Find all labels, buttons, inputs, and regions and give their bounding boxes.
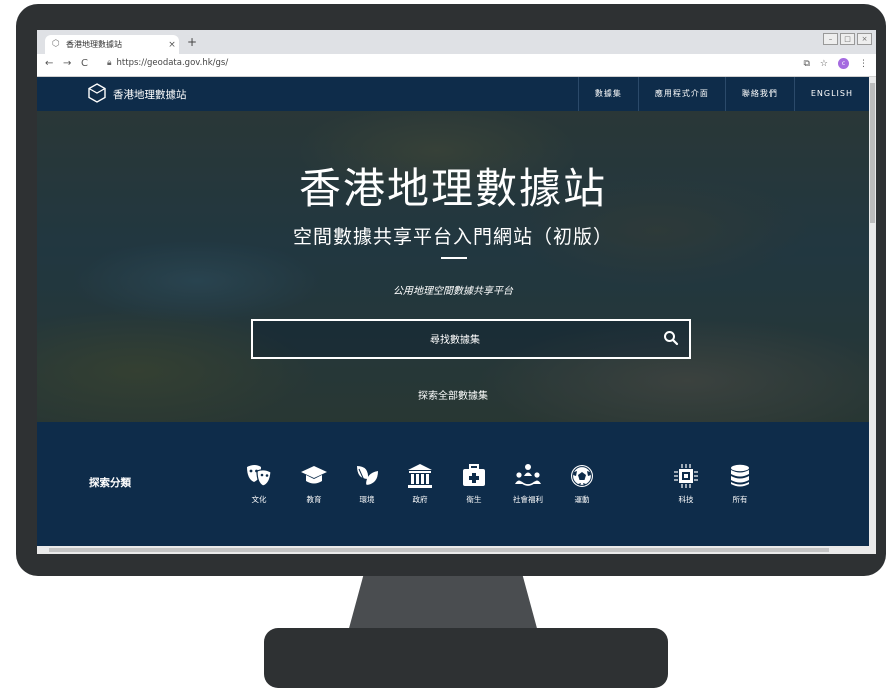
minimize-icon[interactable]: – xyxy=(823,33,838,45)
search-icon[interactable] xyxy=(663,330,679,346)
category-label: 衛生 xyxy=(466,495,482,504)
microchip-icon xyxy=(674,464,698,488)
hero-subtitle: 空間數據共享平台入門網站（初版） xyxy=(292,226,613,248)
site-navbar: 香港地理數據站 數據集 應用程式介面 聯絡我們 ENGLISH xyxy=(37,77,869,111)
url-field[interactable]: 🔒︎ https://geodata.gov.hk/gs/ xyxy=(107,58,228,68)
explore-all-datasets-link[interactable]: 探索全部數據集 xyxy=(37,387,869,402)
hero-tagline: 公用地理空間數據共享平台 xyxy=(393,286,513,297)
tab-close-icon[interactable]: × xyxy=(165,40,179,50)
nav-link-api[interactable]: 應用程式介面 xyxy=(637,77,725,111)
monitor-screen: ⬡ 香港地理數據站 × + – □ × ← → C 🔒︎ https://geod… xyxy=(37,30,876,554)
browser-tab[interactable]: ⬡ 香港地理數據站 × xyxy=(45,35,179,54)
nav-link-contact[interactable]: 聯絡我們 xyxy=(724,77,794,111)
category-technology[interactable]: 科技 xyxy=(661,463,711,505)
more-menu-icon[interactable]: ⋮ xyxy=(859,59,868,69)
category-label: 社會福利 xyxy=(513,495,543,504)
category-label: 教育 xyxy=(306,495,322,504)
graduation-cap-icon xyxy=(301,466,327,484)
nav-link-datasets[interactable]: 數據集 xyxy=(577,77,638,111)
theater-masks-icon xyxy=(247,465,272,487)
forward-arrow-icon[interactable]: → xyxy=(63,58,71,69)
category-label: 環境 xyxy=(359,495,375,504)
category-health[interactable]: 衛生 xyxy=(449,463,499,505)
category-government[interactable]: 政府 xyxy=(395,463,445,505)
hero-section: 香港地理數據站 空間數據共享平台入門網站（初版） 公用地理空間數據共享平台 探索… xyxy=(37,111,869,422)
vertical-scroll-thumb[interactable] xyxy=(870,83,875,223)
hero-divider xyxy=(441,257,467,259)
category-sports[interactable]: 運動 xyxy=(557,463,607,505)
category-education[interactable]: 教育 xyxy=(289,463,339,505)
categories-title: 探索分類 xyxy=(89,477,131,489)
maximize-icon[interactable]: □ xyxy=(840,33,855,45)
nav-links: 數據集 應用程式介面 聯絡我們 ENGLISH xyxy=(577,77,869,111)
category-all[interactable]: 所有 xyxy=(715,463,765,505)
medical-kit-icon xyxy=(463,464,485,486)
new-tab-button[interactable]: + xyxy=(187,35,197,49)
profile-avatar[interactable]: c xyxy=(838,58,849,69)
government-building-icon xyxy=(408,464,432,488)
soccer-ball-icon xyxy=(571,465,593,487)
browser-tab-bar: ⬡ 香港地理數據站 × + – □ × xyxy=(37,30,876,54)
window-controls: – □ × xyxy=(823,33,872,45)
category-label: 政府 xyxy=(412,495,428,504)
address-bar-actions: ⧉ ☆ c ⋮ xyxy=(803,58,868,69)
site-logo-icon[interactable] xyxy=(87,83,107,103)
reload-icon[interactable]: C xyxy=(81,58,88,69)
close-window-icon[interactable]: × xyxy=(857,33,872,45)
back-arrow-icon[interactable]: ← xyxy=(45,58,53,69)
url-text: https://geodata.gov.hk/gs/ xyxy=(116,58,229,68)
category-social-welfare[interactable]: 社會福利 xyxy=(503,463,553,505)
monitor-stand-neck xyxy=(348,576,538,632)
hero-title: 香港地理數據站 xyxy=(298,164,607,213)
site-favicon-icon: ⬡ xyxy=(52,39,60,49)
category-label: 科技 xyxy=(678,495,694,504)
category-label: 運動 xyxy=(574,495,590,504)
category-environment[interactable]: 環境 xyxy=(342,463,392,505)
category-culture[interactable]: 文化 xyxy=(234,463,284,505)
database-icon xyxy=(731,464,749,487)
category-label: 文化 xyxy=(251,495,267,504)
categories-section: 探索分類 文化 教育 環境 政府 衛生 社會福利 運動 科技 所有 xyxy=(37,422,869,546)
lock-icon: 🔒︎ xyxy=(107,58,112,68)
horizontal-scroll-thumb[interactable] xyxy=(49,548,829,552)
site-logo-text[interactable]: 香港地理數據站 xyxy=(113,87,187,102)
category-label: 所有 xyxy=(732,495,748,504)
dataset-search-input[interactable] xyxy=(253,321,657,359)
bookmark-star-icon[interactable]: ☆ xyxy=(820,59,828,69)
browser-tab-title: 香港地理數據站 xyxy=(66,40,122,49)
horizontal-scrollbar[interactable] xyxy=(37,546,876,554)
community-people-icon xyxy=(515,464,541,486)
nav-link-english[interactable]: ENGLISH xyxy=(793,77,869,111)
dataset-search-box xyxy=(251,319,691,359)
vertical-scrollbar[interactable] xyxy=(869,77,876,546)
monitor-stand-base xyxy=(264,628,668,688)
leaves-icon xyxy=(357,466,378,488)
translate-icon[interactable]: ⧉ xyxy=(803,59,809,69)
browser-address-bar: ← → C 🔒︎ https://geodata.gov.hk/gs/ ⧉ ☆ c… xyxy=(37,54,876,77)
